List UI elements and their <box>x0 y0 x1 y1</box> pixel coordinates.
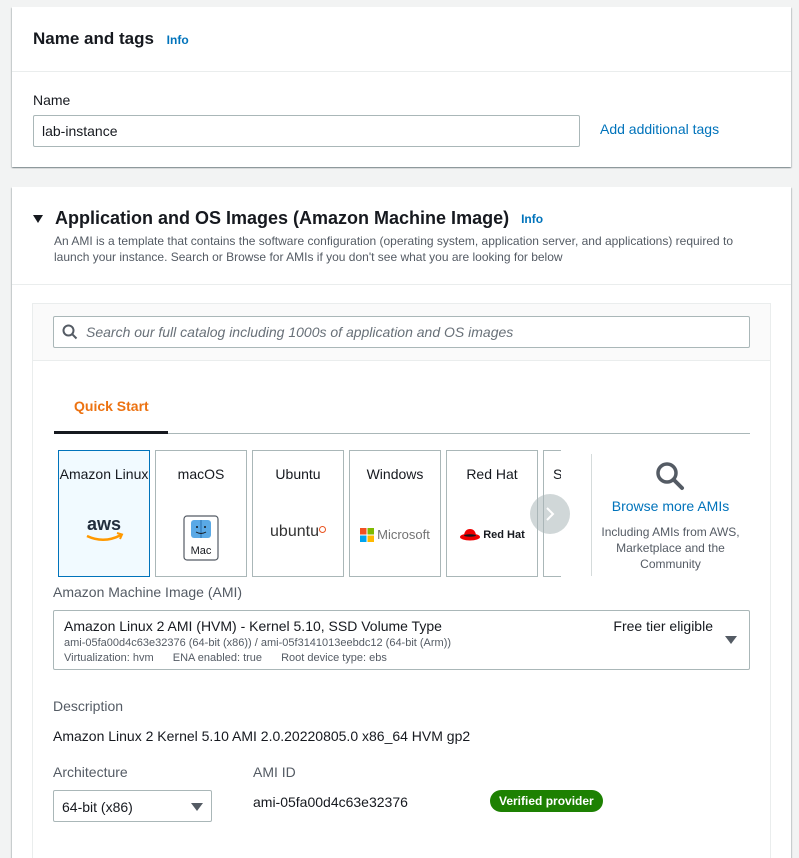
ami-search-input[interactable]: Search our full catalog including 1000s … <box>53 316 750 348</box>
os-card-label: Windows <box>366 466 424 482</box>
os-card-label: S <box>544 463 561 485</box>
os-card-red-hat[interactable]: Red Hat Red Hat <box>446 450 538 577</box>
name-and-tags-title: Name and tags <box>33 29 154 48</box>
caret-down-icon <box>191 803 203 811</box>
tab-active-underline <box>54 431 168 434</box>
architecture-select[interactable]: 64-bit (x86) <box>53 790 212 822</box>
redhat-logo-icon: Red Hat <box>447 527 537 543</box>
os-card-ubuntu[interactable]: Ubuntu ubuntu <box>252 450 344 577</box>
free-tier-label: Free tier eligible <box>613 618 713 634</box>
name-label: Name <box>33 92 71 108</box>
tab-quick-start[interactable]: Quick Start <box>74 398 149 414</box>
os-card-label: macOS <box>177 466 225 482</box>
name-and-tags-panel: Name and tags Info Name lab-instance Add… <box>12 7 791 167</box>
search-icon <box>62 324 78 340</box>
caret-down-icon <box>725 636 737 644</box>
ami-select[interactable]: Amazon Linux 2 AMI (HVM) - Kernel 5.10, … <box>53 610 750 670</box>
microsoft-logo-icon: Microsoft <box>350 527 440 542</box>
ami-description: An AMI is a template that contains the s… <box>54 234 734 264</box>
ami-id-value: ami-05fa00d4c63e32376 <box>253 794 408 810</box>
ami-root-device: Root device type: ebs <box>281 652 387 664</box>
ubuntu-logo-text: ubuntu <box>270 523 319 540</box>
name-input[interactable]: lab-instance <box>33 115 580 147</box>
redhat-logo-text: Red Hat <box>483 529 525 541</box>
header-divider <box>12 71 791 72</box>
os-card-label: Ubuntu <box>275 466 321 482</box>
architecture-value: 64-bit (x86) <box>62 799 133 815</box>
ami-select-details: Virtualization: hvm ENA enabled: true Ro… <box>64 652 403 664</box>
ami-header-divider <box>12 284 791 285</box>
microsoft-logo-text: Microsoft <box>377 527 430 542</box>
chevron-right-icon <box>546 507 555 521</box>
browse-more-amis-link[interactable]: Browse more AMIs <box>598 498 743 514</box>
os-card-label: Red Hat <box>466 466 518 482</box>
name-and-tags-info-link[interactable]: Info <box>167 33 189 47</box>
search-area: Search our full catalog including 1000s … <box>33 304 770 361</box>
add-additional-tags-link[interactable]: Add additional tags <box>600 121 719 137</box>
ami-select-ids: ami-05fa00d4c63e32376 (64-bit (x86)) / a… <box>64 637 452 649</box>
ami-header[interactable]: Application and OS Images (Amazon Machin… <box>32 208 543 229</box>
os-card-label: Amazon Linux <box>59 466 149 482</box>
ubuntu-logo-icon: ubuntu <box>253 523 343 541</box>
ami-ena: ENA enabled: true <box>172 652 263 664</box>
caret-down-icon[interactable] <box>33 214 43 223</box>
ami-info-link[interactable]: Info <box>521 212 543 226</box>
aws-logo-icon: aws <box>59 514 149 550</box>
name-and-tags-header: Name and tags Info <box>33 29 189 49</box>
browse-more-amis[interactable]: Browse more AMIs Including AMIs from AWS… <box>598 454 743 572</box>
ami-id-label: AMI ID <box>253 764 296 780</box>
browse-divider <box>591 454 592 576</box>
os-card-windows[interactable]: Windows Microsoft <box>349 450 441 577</box>
search-placeholder: Search our full catalog including 1000s … <box>86 324 514 340</box>
ami-select-label: Amazon Machine Image (AMI) <box>53 584 243 600</box>
description-value: Amazon Linux 2 Kernel 5.10 AMI 2.0.20220… <box>53 728 471 744</box>
mac-logo-text: Mac <box>191 545 212 557</box>
svg-text:aws: aws <box>87 515 121 534</box>
ami-panel: Application and OS Images (Amazon Machin… <box>12 187 791 858</box>
os-card-amazon-linux[interactable]: Amazon Linux aws <box>58 450 150 577</box>
description-label: Description <box>53 698 124 714</box>
ami-title: Application and OS Images (Amazon Machin… <box>55 208 510 228</box>
os-card-macos[interactable]: macOS Mac <box>155 450 247 577</box>
ami-select-name: Amazon Linux 2 AMI (HVM) - Kernel 5.10, … <box>64 618 442 634</box>
ami-selector-container: Search our full catalog including 1000s … <box>32 303 771 858</box>
mac-logo-icon: Mac <box>156 515 246 566</box>
browse-more-subtitle: Including AMIs from AWS, Marketplace and… <box>601 525 740 571</box>
magnifier-icon <box>656 462 684 490</box>
scroll-next-button[interactable] <box>530 494 570 534</box>
verified-provider-badge: Verified provider <box>490 790 603 812</box>
architecture-label: Architecture <box>53 764 128 780</box>
ami-virtualization: Virtualization: hvm <box>64 652 154 664</box>
